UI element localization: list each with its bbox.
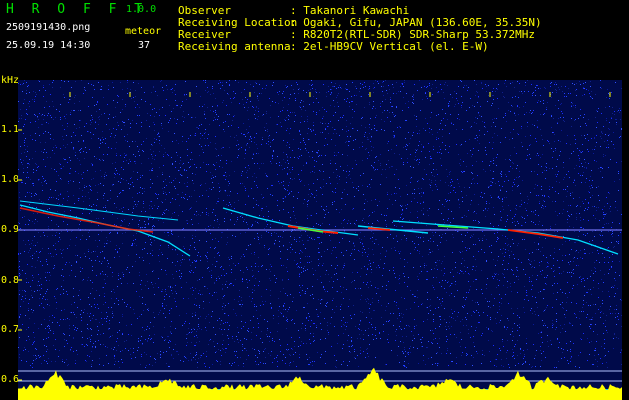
spectrogram-canvas [18, 80, 622, 400]
spectrogram-background [18, 80, 622, 400]
meteor-count: 37 [138, 40, 151, 51]
capture-datetime: 25.09.19 14:30 [6, 40, 91, 51]
meteor-label: meteor [125, 26, 162, 37]
y-tick-label: 1.0 [1, 174, 20, 185]
y-tick-label: 0.6 [1, 374, 20, 385]
image-filename: 2509191430.png [6, 22, 91, 33]
y-tick-label: 1.1 [1, 124, 20, 135]
receiver-value: : R820T2(RTL-SDR) SDR-Sharp 53.372MHz [290, 28, 536, 41]
antenna-value: : 2el-HB9CV Vertical (el. E-W) [290, 40, 489, 53]
receiver-label: Receiver [178, 28, 231, 41]
app-version: 1.0.0 [126, 4, 157, 15]
hrofft-window: H R O F F T 1.0.0 2509191430.png meteor … [0, 0, 629, 400]
location-label: Receiving Location [178, 16, 298, 29]
y-tick-label: 0.7 [1, 324, 20, 335]
location-value: : Ogaki, Gifu, JAPAN (136.60E, 35.35N) [290, 16, 542, 29]
y-tick-label: 0.8 [1, 275, 20, 286]
antenna-label: Receiving antenna [178, 40, 291, 53]
y-tick-label: 0.9 [1, 224, 20, 235]
spectrogram [18, 80, 622, 400]
observer-label: Observer [178, 4, 231, 17]
axis-unit-label: kHz [1, 75, 20, 86]
observer-value: : Takanori Kawachi [290, 4, 410, 17]
